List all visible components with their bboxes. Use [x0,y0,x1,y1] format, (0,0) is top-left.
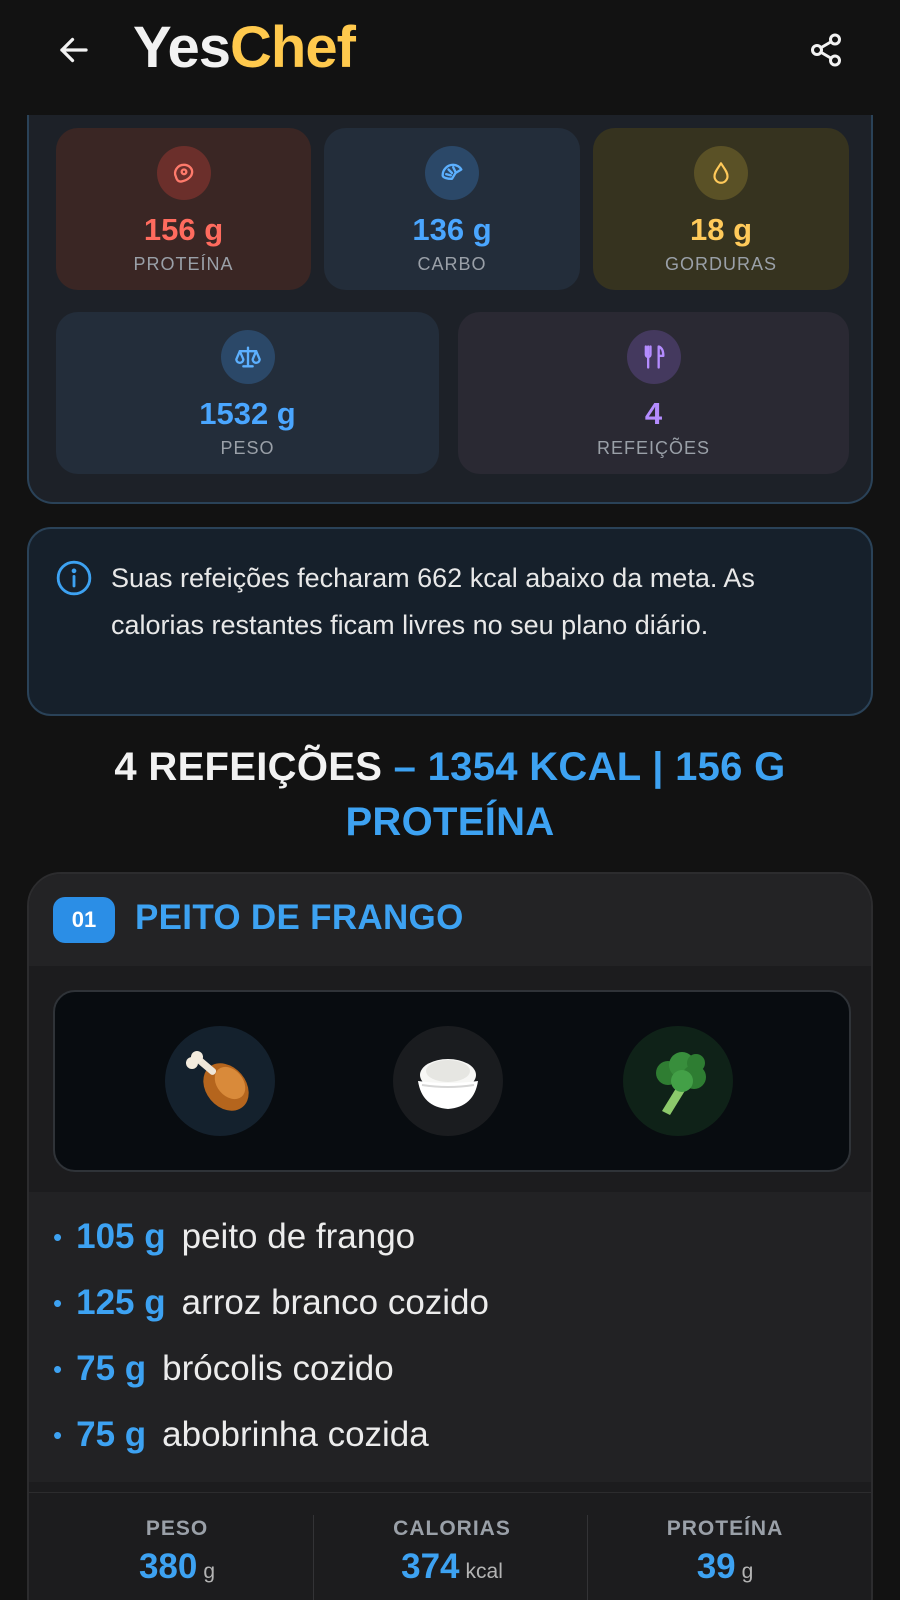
utensils-icon [626,330,681,384]
meals-value: 4 [644,396,663,431]
meal-number-badge: 01 [53,897,115,943]
bullet: • [53,1419,63,1450]
list-item: • 125 g arroz branco cozido [53,1278,489,1328]
share-button[interactable] [804,28,848,72]
list-item: • 75 g abobrinha cozida [53,1410,429,1460]
ingredient-list: • 105 g peito de frango • 125 g arroz br… [29,1192,871,1482]
section-title-count: 4 REFEIÇÕES [114,745,383,789]
total-weight-value: 380 [138,1547,198,1586]
share-icon [811,33,841,67]
total-calories-label: CALORIAS [393,1517,511,1540]
ingredient-quantity: 105 g [76,1217,166,1256]
ingredient-name: arroz branco cozido [181,1283,489,1322]
meal-title: PEITO DE FRANGO [135,898,464,937]
carbs-label: CARBO [417,254,487,274]
meal-food-icons [53,990,851,1172]
drop-icon [694,146,748,200]
carbs-value: 136 g [412,212,492,247]
fat-value: 18 g [689,212,753,247]
fat-tile: 18 g GORDURAS [593,128,849,290]
section-title-totals: – 1354 KCAL | 156 G PROTEÍNA [345,745,786,844]
scale-icon [220,330,275,384]
calorie-info-banner: Suas refeições fecharam 662 kcal abaixo … [27,527,873,716]
divider [587,1515,588,1600]
arrow-left-icon [60,37,88,63]
rice-bowl-icon [393,1026,503,1136]
bullet: • [53,1221,63,1252]
total-weight-label: PESO [145,1517,209,1540]
broccoli-icon [623,1026,733,1136]
croissant-icon [425,146,479,200]
total-protein: PROTEÍNA 39 g [589,1493,861,1587]
logo-part-chef: Chef [230,15,356,80]
info-text: Suas refeições fecharam 662 kcal abaixo … [111,563,755,640]
list-item: • 75 g brócolis cozido [53,1344,394,1394]
bullet: • [53,1287,63,1318]
meal-totals: PESO 380 g CALORIAS 374 kcal PROTEÍNA 39 g [29,1492,871,1600]
logo-part-yes: Yes [133,15,231,80]
ingredient-name: brócolis cozido [162,1349,394,1388]
app-logo: YesChef [133,14,356,81]
meat-icon [156,146,211,200]
total-calories: CALORIAS 374 kcal [316,1493,588,1587]
bullet: • [53,1353,63,1384]
weight-label: PESO [220,438,275,458]
total-protein-label: PROTEÍNA [666,1517,784,1540]
total-weight: PESO 380 g [41,1493,313,1587]
meals-tile: 4 REFEIÇÕES [458,312,849,474]
chicken-leg-icon [165,1026,275,1136]
total-weight-unit: g [203,1560,216,1583]
carbs-tile: 136 g CARBO [324,128,580,290]
fat-label: GORDURAS [664,254,777,274]
ingredient-name: abobrinha cozida [162,1415,429,1454]
list-item: • 105 g peito de frango [53,1212,415,1262]
back-button[interactable] [52,28,96,72]
total-protein-unit: g [741,1560,754,1583]
total-protein-value: 39 [696,1547,736,1586]
ingredient-quantity: 75 g [76,1349,147,1388]
nutrition-summary-card: 156 g PROTEÍNA 136 g CARBO 18 g GORDURAS [27,100,873,504]
ingredient-quantity: 125 g [76,1283,166,1322]
meal-card[interactable]: 01 PEITO DE FRANGO • 105 g peito de fran… [27,872,873,1600]
weight-value: 1532 g [199,396,296,431]
protein-tile: 156 g PROTEÍNA [56,128,311,290]
total-calories-unit: kcal [465,1560,503,1583]
total-calories-value: 374 [401,1547,460,1586]
meals-label: REFEIÇÕES [596,438,711,458]
protein-label: PROTEÍNA [133,254,234,274]
meal-header: 01 PEITO DE FRANGO [29,874,871,966]
app-header: YesChef [0,0,900,115]
protein-value: 156 g [143,212,224,247]
info-icon [56,560,92,596]
divider [313,1515,314,1600]
weight-tile: 1532 g PESO [56,312,439,474]
ingredient-name: peito de frango [181,1217,416,1256]
meals-section-title: 4 REFEIÇÕES – 1354 KCAL | 156 G PROTEÍNA [40,740,860,850]
ingredient-quantity: 75 g [76,1415,147,1454]
